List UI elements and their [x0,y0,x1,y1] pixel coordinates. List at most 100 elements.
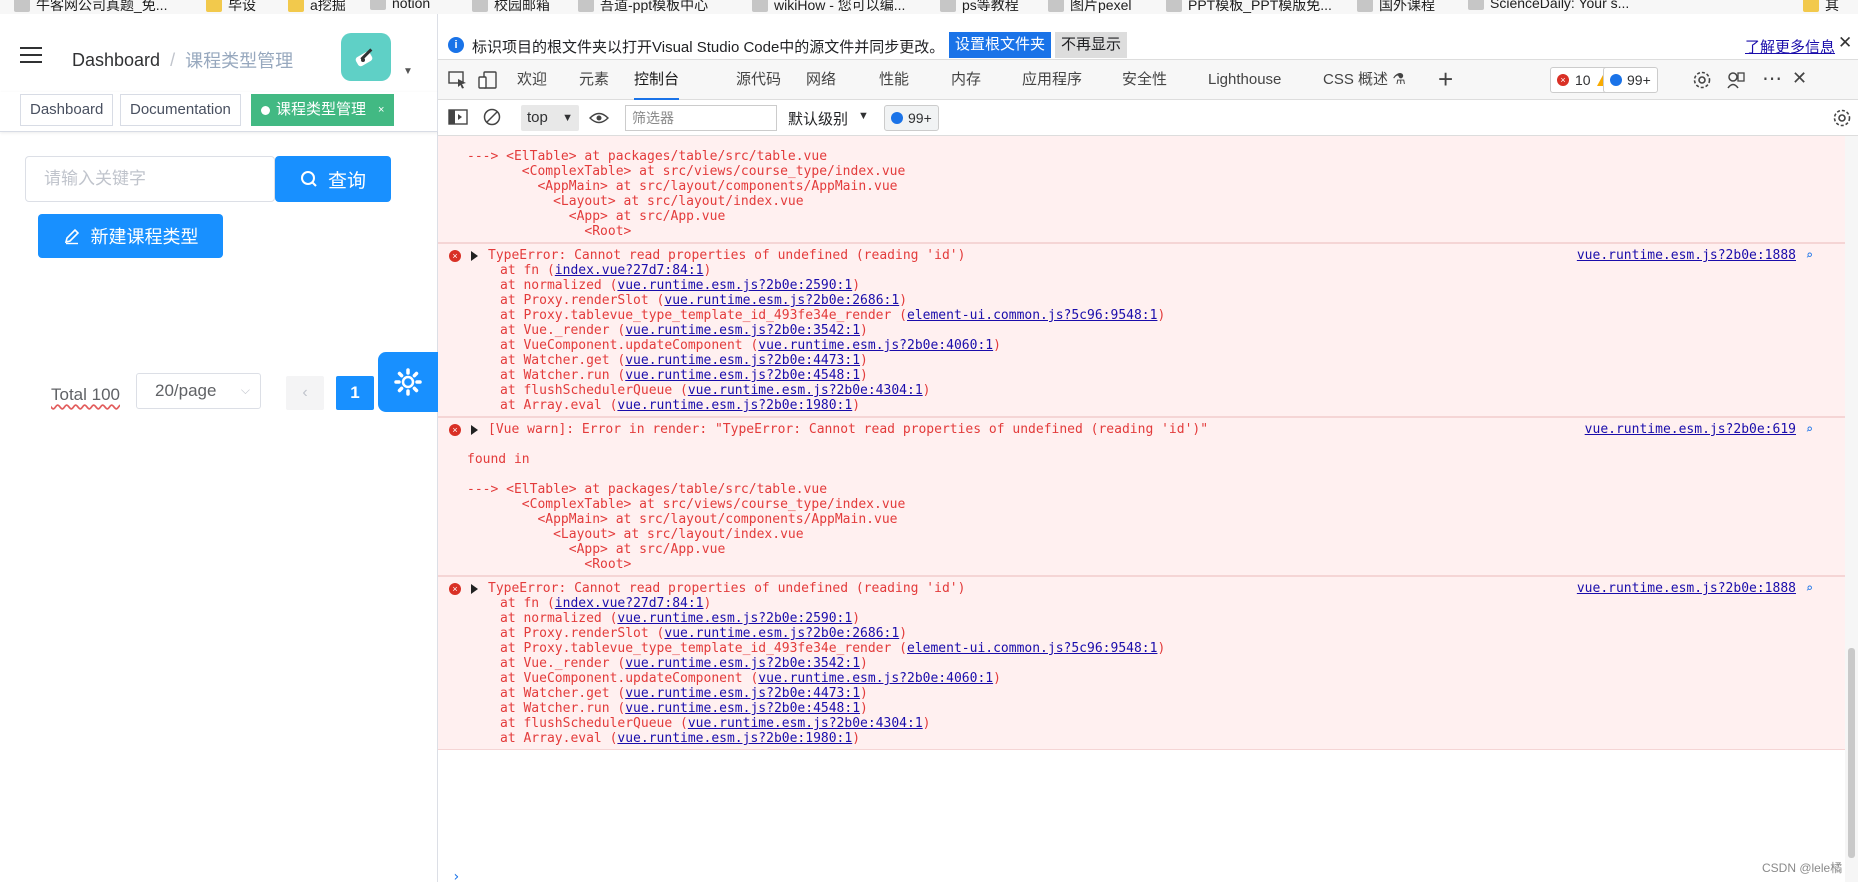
bookmark-item[interactable]: 图片pexel [1048,0,1131,14]
source-link[interactable]: vue.runtime.esm.js?2b0e:619 [1585,422,1796,437]
stack-frame-link[interactable]: vue.runtime.esm.js?2b0e:3542:1 [625,323,860,338]
stack-frame-link[interactable]: vue.runtime.esm.js?2b0e:3542:1 [625,656,860,671]
stack-frame-link[interactable]: vue.runtime.esm.js?2b0e:4060:1 [758,338,993,353]
bookmark-item[interactable]: PPT模板_PPT模版免... [1166,0,1332,14]
eye-icon[interactable] [589,111,609,125]
bookmark-item[interactable]: 国外课程 [1357,0,1435,14]
tab-welcome[interactable]: 欢迎 [517,60,547,100]
tab-console[interactable]: 控制台 [634,60,680,100]
inspect-element-icon[interactable] [448,71,468,89]
set-root-folder-button[interactable]: 设置根文件夹 [949,32,1052,58]
console-settings-gear-icon[interactable] [1832,108,1852,128]
tab-elements[interactable]: 元素 [579,60,609,100]
console-filter-input[interactable] [625,105,777,131]
tag-course-type[interactable]: 课程类型管理 × [251,94,395,126]
log-levels-select[interactable]: 默认级别 [788,108,848,129]
context-select[interactable]: top ▼ [521,105,579,131]
bookmark-item[interactable]: a挖掘 [288,0,346,14]
avatar[interactable] [341,33,391,81]
tab-performance[interactable]: 性能 [879,60,909,100]
dont-show-again-button[interactable]: 不再显示 [1055,32,1128,58]
stack-frame-fn: at flushSchedulerQueue [500,716,673,731]
bookmark-item[interactable]: 牛客网公司真题_免... [14,0,167,14]
close-devtools-icon[interactable]: ✕ [1792,68,1807,89]
new-course-type-button[interactable]: 新建课程类型 [38,214,223,258]
bookmark-item[interactable]: 毕设 [206,0,256,14]
error-icon: × [449,424,461,436]
bookmark-item[interactable]: wikiHow - 您可以编... [752,0,905,14]
source-link[interactable]: vue.runtime.esm.js?2b0e:1888 [1577,581,1796,596]
tab-lighthouse[interactable]: Lighthouse [1208,60,1281,100]
paren: ( [891,641,907,656]
tab-network[interactable]: 网络 [806,60,836,100]
expand-triangle-icon[interactable] [471,251,478,261]
stack-frame: at Proxy.renderSlot (vue.runtime.esm.js?… [500,293,907,308]
stack-frame-link[interactable]: vue.runtime.esm.js?2b0e:4060:1 [758,671,993,686]
stack-frame-link[interactable]: vue.runtime.esm.js?2b0e:1980:1 [617,731,852,746]
stack-frame-link[interactable]: vue.runtime.esm.js?2b0e:2590:1 [617,611,852,626]
settings-drawer-button[interactable] [378,352,438,412]
bookmark-item[interactable]: 吾道-ppt模板中心 [578,0,708,14]
tag-close-icon[interactable]: × [378,95,384,125]
device-emulation-icon[interactable] [478,71,498,89]
stack-frame-link[interactable]: vue.runtime.esm.js?2b0e:2686:1 [664,626,899,641]
prev-page-button[interactable]: ‹ [286,376,324,410]
tag-documentation[interactable]: Documentation [120,94,241,126]
stack-frame-link[interactable]: vue.runtime.esm.js?2b0e:4473:1 [625,686,860,701]
learn-more-link[interactable]: 了解更多信息 [1745,36,1835,57]
bookmark-item[interactable]: 校园邮箱 [472,0,550,14]
search-icon[interactable]: ⌕ [1806,581,1813,595]
stack-frame: at Vue._render (vue.runtime.esm.js?2b0e:… [500,323,868,338]
stack-frame-link[interactable]: vue.runtime.esm.js?2b0e:4473:1 [625,353,860,368]
stack-frame-link[interactable]: element-ui.common.js?5c96:9548:1 [907,641,1157,656]
remote-devices-icon[interactable] [1726,70,1746,90]
more-tools-icon[interactable]: + [1438,64,1453,95]
expand-triangle-icon[interactable] [471,584,478,594]
stack-frame-link[interactable]: element-ui.common.js?5c96:9548:1 [907,308,1157,323]
console-prompt[interactable]: › [452,869,460,882]
tab-application[interactable]: 应用程序 [1022,60,1082,100]
settings-gear-icon[interactable] [1692,70,1712,90]
stack-frame-link[interactable]: vue.runtime.esm.js?2b0e:2590:1 [617,278,852,293]
tab-memory[interactable]: 内存 [951,60,981,100]
expand-triangle-icon[interactable] [471,425,478,435]
tab-security[interactable]: 安全性 [1122,60,1167,100]
bookmark-item[interactable]: ps等教程 [940,0,1019,14]
stack-frame-link[interactable]: vue.runtime.esm.js?2b0e:2686:1 [664,293,899,308]
error-message: TypeError: Cannot read properties of und… [488,581,966,596]
stack-frame-link[interactable]: index.vue?27d7:84:1 [555,263,704,278]
tab-css-overview[interactable]: CSS 概述 ⚗ [1323,60,1406,100]
breadcrumb-home[interactable]: Dashboard [72,50,160,71]
search-icon[interactable]: ⌕ [1806,422,1813,436]
page-size-select[interactable]: 20/page ⌵ [136,373,261,409]
stack-frame: at Watcher.run (vue.runtime.esm.js?2b0e:… [500,368,868,383]
stack-frame-link[interactable]: vue.runtime.esm.js?2b0e:4548:1 [625,701,860,716]
stack-frame-link[interactable]: vue.runtime.esm.js?2b0e:4304:1 [688,383,923,398]
tag-dashboard[interactable]: Dashboard [20,94,114,126]
message-counter[interactable]: 99+ [1603,67,1658,93]
avatar-dropdown-icon[interactable]: ▼ [403,66,413,77]
more-options-icon[interactable]: ⋯ [1762,66,1782,91]
clear-console-icon[interactable] [483,108,501,126]
sidebar-toggle-icon[interactable] [448,109,468,125]
scrollbar-thumb[interactable] [1848,648,1855,858]
tab-sources[interactable]: 源代码 [736,60,781,100]
bookmark-item[interactable]: ScienceDaily: Your s... [1468,0,1629,11]
infobar-close-icon[interactable]: ✕ [1838,33,1852,53]
query-button[interactable]: 查询 [275,156,391,202]
keyword-input[interactable] [25,156,275,202]
source-link[interactable]: vue.runtime.esm.js?2b0e:1888 [1577,248,1796,263]
stack-frame-link[interactable]: vue.runtime.esm.js?2b0e:4548:1 [625,368,860,383]
page-number-current[interactable]: 1 [336,376,374,410]
bookmark-item[interactable]: 其 [1803,0,1839,14]
bookmark-item[interactable]: notion [370,0,430,11]
stack-frame-link[interactable]: vue.runtime.esm.js?2b0e:4304:1 [688,716,923,731]
hamburger-icon[interactable] [20,47,42,63]
stack-frame-fn: at Watcher.get [500,686,610,701]
search-icon[interactable]: ⌕ [1806,248,1813,262]
stack-frame-link[interactable]: index.vue?27d7:84:1 [555,596,704,611]
issues-counter[interactable]: 99+ [884,105,939,131]
console-scrollbar[interactable] [1845,136,1858,882]
tag-label: Documentation [130,101,231,118]
stack-frame-link[interactable]: vue.runtime.esm.js?2b0e:1980:1 [617,398,852,413]
